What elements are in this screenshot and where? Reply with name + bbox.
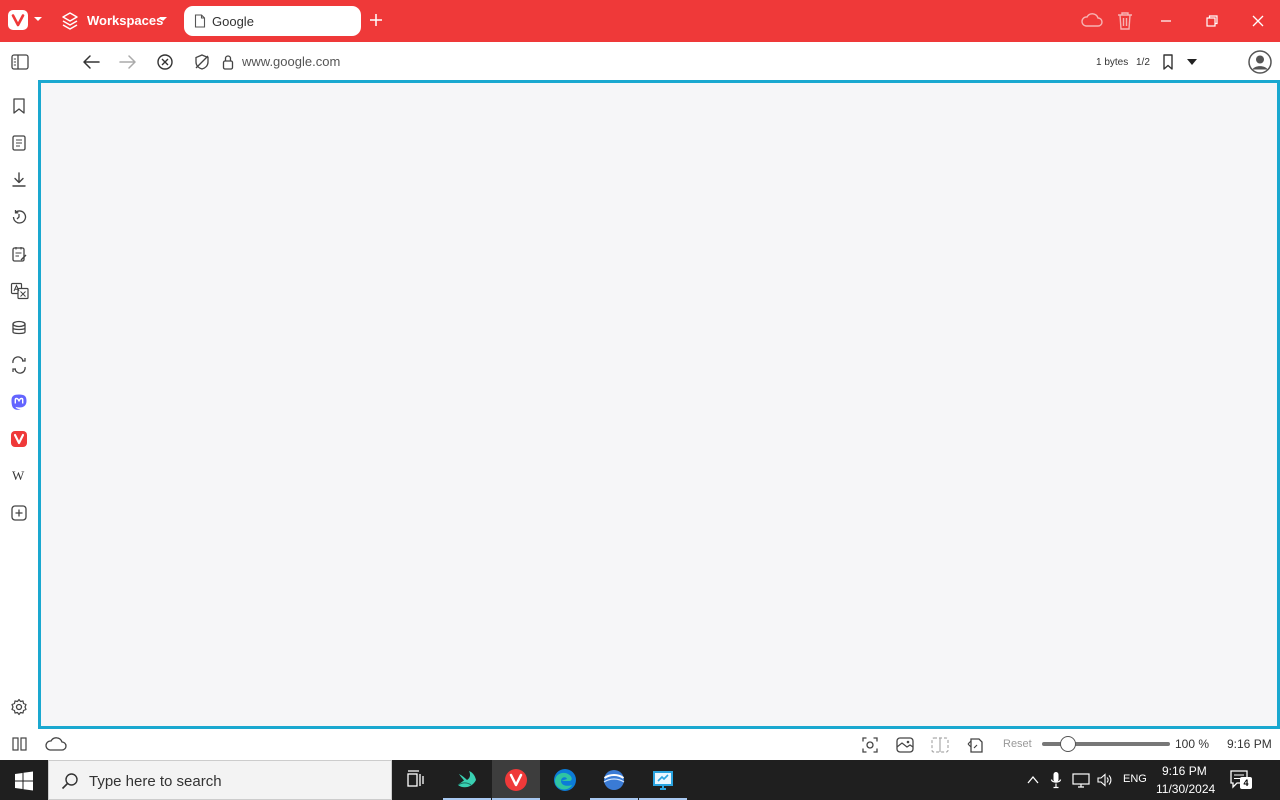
side-panel: W [0,80,38,730]
search-placeholder: Type here to search [89,773,222,790]
vivaldi-icon[interactable] [10,430,28,448]
vivaldi-menu-button[interactable] [8,10,28,30]
microphone-icon[interactable] [1049,771,1063,789]
status-bar: Reset 100 % 9:16 PM [0,729,1280,760]
translate-icon[interactable] [10,282,30,300]
search-icon [61,773,78,790]
vivaldi-app-icon [505,769,527,791]
mastodon-icon[interactable] [10,393,28,411]
taskbar-app-remote-desktop[interactable] [639,760,687,800]
history-icon[interactable] [10,208,28,226]
dropdown-caret-icon[interactable] [1186,58,1198,66]
workspaces-icon[interactable] [61,11,79,31]
zoom-level-label: 100 % [1175,737,1210,751]
bookmarks-icon[interactable] [10,97,28,115]
notification-count-badge: 4 [1240,777,1252,789]
panel-toggle-status-icon[interactable] [11,736,29,752]
back-arrow-icon[interactable] [81,53,101,71]
settings-gear-icon[interactable] [10,698,28,716]
url-field[interactable]: www.google.com [242,54,340,69]
tray-clock-time[interactable]: 9:16 PM [1162,764,1207,778]
capture-screenshot-icon[interactable] [861,736,879,754]
page-count-label: 1/2 [1136,57,1150,68]
page-size-label: 1 bytes [1096,57,1129,68]
tab-title: Google [212,14,254,29]
task-view-button[interactable] [392,760,440,800]
closed-tabs-trash-icon[interactable] [1116,11,1134,31]
address-bar: www.google.com 1 bytes 1/2 [0,42,1280,80]
tab-google[interactable]: Google [184,6,361,36]
reading-list-icon[interactable] [10,134,28,152]
bird-app-icon [457,771,476,788]
sync-status-cloud-icon[interactable] [45,736,67,752]
network-icon[interactable] [1071,771,1091,789]
zoom-slider-handle[interactable] [1060,736,1076,752]
forward-arrow-icon[interactable] [118,53,138,71]
stop-loading-icon[interactable] [156,53,174,71]
tracker-blocker-shield-icon[interactable] [193,53,211,71]
remote-desktop-icon [653,771,673,790]
title-bar: Workspaces Google [0,0,1280,42]
tray-clock-date[interactable]: 11/30/2024 [1156,782,1215,796]
profile-avatar-icon[interactable] [1248,50,1272,74]
status-clock[interactable]: 9:16 PM [1227,737,1272,751]
zoom-reset-button[interactable]: Reset [1003,738,1032,750]
close-icon[interactable] [1251,14,1265,28]
taskbar-app-edge[interactable] [541,760,589,800]
new-tab-plus-icon[interactable] [369,13,383,27]
chevron-down-icon[interactable] [33,14,43,24]
edge-app-icon [554,769,576,791]
globe-app-icon [603,770,625,790]
task-view-icon [407,770,424,787]
workspaces-label[interactable]: Workspaces [87,13,163,28]
taskbar-app-swift[interactable] [443,760,491,800]
taskbar-app-globe[interactable] [590,760,638,800]
sync-cloud-icon[interactable] [1081,12,1103,28]
volume-icon[interactable] [1096,771,1114,789]
tiling-images-icon[interactable] [895,736,915,754]
page-icon [194,14,206,28]
show-hidden-icons-chevron-up-icon[interactable] [1026,773,1040,787]
taskbar-search-box[interactable]: Type here to search [48,760,392,800]
restore-icon[interactable] [1205,14,1219,28]
downloads-icon[interactable] [10,171,28,189]
notes-icon[interactable] [10,245,28,263]
lock-icon[interactable] [221,53,235,71]
panel-toggle-icon[interactable] [10,53,30,71]
windows-start-icon[interactable] [14,771,34,791]
minimize-icon[interactable] [1159,14,1173,28]
workspaces-chevron-down-icon[interactable] [157,14,169,24]
sync-tabs-icon[interactable] [10,356,28,374]
wikipedia-icon[interactable]: W [12,468,24,484]
windows-taskbar: Type here to search ENG 9:16 PM 11/30/20… [0,760,1280,800]
page-actions-icon[interactable] [966,736,986,754]
page-tiling-icon[interactable] [930,736,950,754]
web-page-content[interactable] [38,80,1280,729]
add-web-panel-icon[interactable] [10,504,28,522]
input-language-indicator[interactable]: ENG [1123,773,1147,785]
taskbar-app-vivaldi[interactable] [492,760,540,800]
window-panel-icon[interactable] [10,319,28,337]
vivaldi-logo-icon [11,14,25,27]
bookmark-icon[interactable] [1161,53,1175,71]
